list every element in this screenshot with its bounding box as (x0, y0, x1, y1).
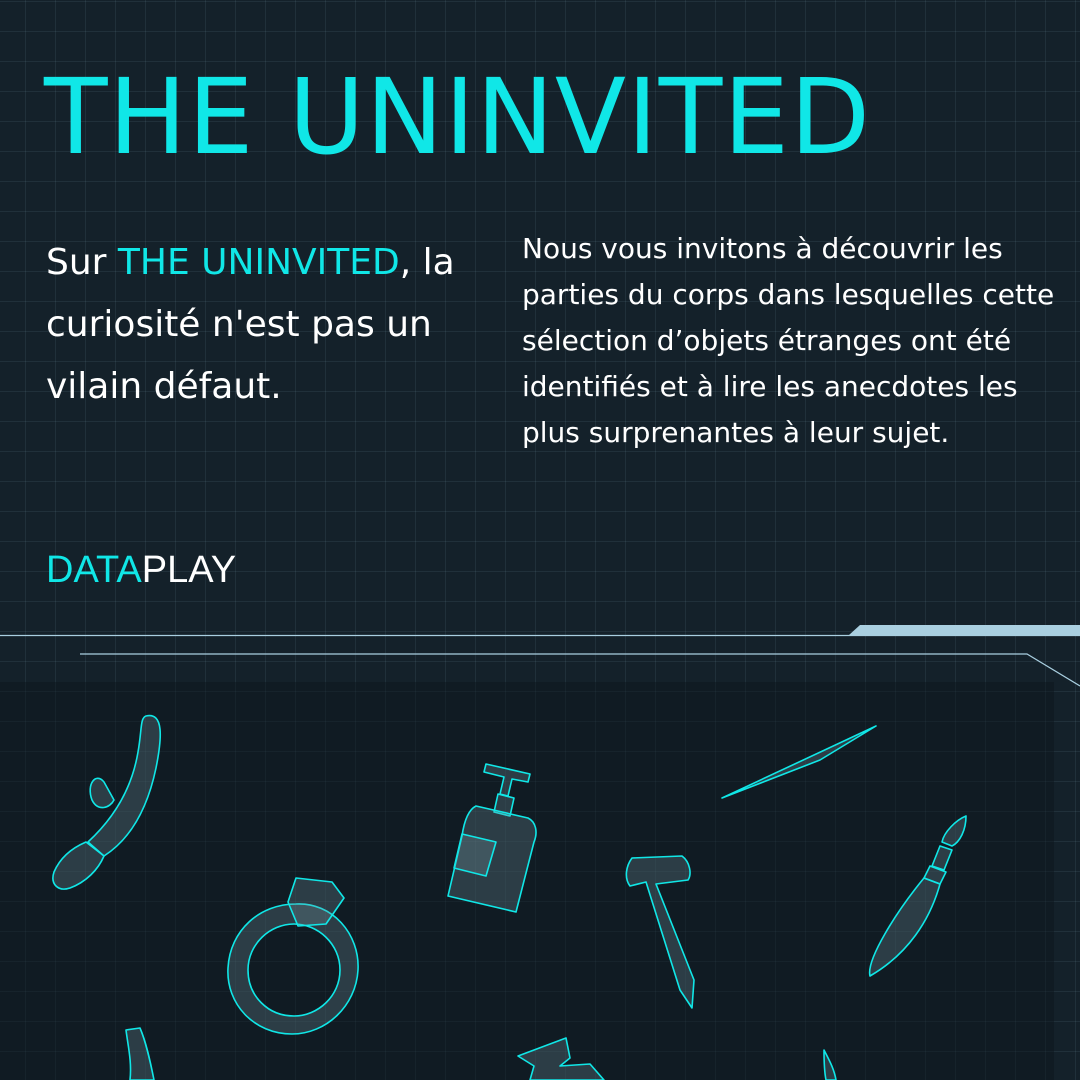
lotion-bottle-icon[interactable] (447, 763, 537, 913)
vibrator-icon[interactable] (52, 714, 162, 890)
toothpick-icon[interactable] (721, 725, 877, 799)
paintbrush-icon[interactable] (868, 815, 967, 977)
bottle-partial-icon[interactable] (125, 1027, 155, 1080)
divider-tab (849, 625, 1080, 635)
nail-icon[interactable] (625, 855, 695, 1009)
objects-gallery (0, 682, 1054, 1080)
ring-icon[interactable] (227, 877, 359, 1035)
spray-partial-icon[interactable] (517, 1037, 605, 1080)
blade-partial-icon[interactable] (823, 1049, 837, 1080)
